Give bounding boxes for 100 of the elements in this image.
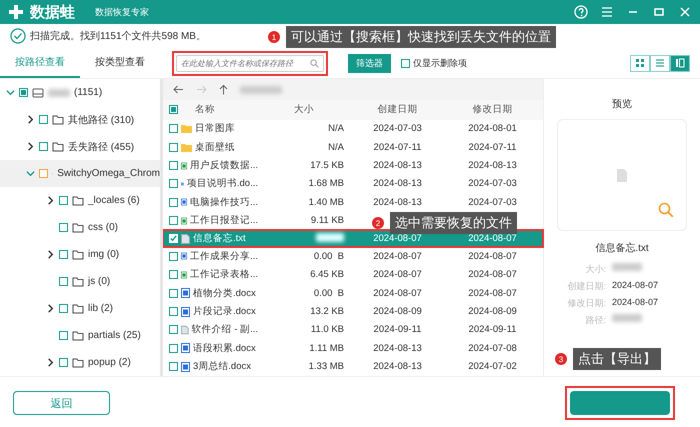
checkbox[interactable] [59,196,68,205]
checkbox[interactable] [169,198,178,207]
checkbox[interactable] [39,142,48,151]
grid-view-icon [635,58,645,68]
select-all-checkbox[interactable] [169,105,178,114]
created-date: 2024-08-13 [373,196,422,208]
tree-label: js (0) [88,276,110,287]
tree-item[interactable]: _locales (6) [0,187,160,214]
view-tab[interactable]: 按路径查看 [0,48,80,78]
logo-icon [8,4,24,20]
file-row[interactable]: 信息备忘.txt 2024-08-07 2024-08-07 [163,230,543,248]
checkbox[interactable] [59,277,68,286]
detail-label: 路径: [584,314,606,327]
file-size: 11.0 KB [310,324,344,336]
checkbox[interactable] [169,270,178,280]
checkbox[interactable] [169,216,178,226]
back-arrow-icon[interactable] [173,85,184,94]
filter-button[interactable]: 筛选器 [348,54,391,72]
document-icon [181,343,190,354]
detail-label: 修改日期: [566,297,606,310]
list-view-button[interactable] [650,54,670,72]
column-header[interactable]: 创建日期 [350,103,445,116]
checkbox[interactable] [169,325,178,334]
file-size: 1.68 MB [308,178,344,190]
detail-view-icon [675,58,685,68]
up-arrow-icon[interactable] [219,84,228,96]
column-header[interactable]: 大小 [258,103,350,116]
detail-view-button[interactable] [670,54,690,72]
modified-date: 2024-07-03 [468,196,517,208]
tree-label: popup (2) [88,357,131,368]
tree-item[interactable]: (1151) [0,79,160,106]
tree-label: 其他路径 (310) [68,114,134,126]
tree-item[interactable]: 其他路径 (310) [0,106,160,133]
created-date: 2024-08-13 [373,160,422,172]
checkbox[interactable] [39,169,48,178]
checkbox[interactable] [401,58,410,68]
callout-text: 选中需要恢复的文件 [390,212,517,234]
tree-item[interactable]: popup (2) [0,349,160,376]
help-icon[interactable] [574,5,588,19]
view-tab[interactable]: 按类型查看 [80,48,160,78]
scan-status: 扫描完成。找到1151个文件共598 MB。 [30,30,206,43]
step-number: 2 [372,217,384,229]
document-icon [181,251,188,262]
file-name: 语段积累.docx [193,342,256,355]
column-header[interactable]: 名称 [195,103,215,116]
detail-label: 创建日期: [566,280,606,293]
checkbox[interactable] [59,304,68,313]
back-button[interactable]: 返回 [13,391,110,415]
checkbox[interactable] [59,358,68,367]
checkbox[interactable] [169,362,178,372]
file-name: 日常图库 [195,122,235,136]
created-date: 2024-09-11 [374,324,422,336]
file-icon [617,168,627,182]
tree-item[interactable]: 丢失路径 (455) [0,133,160,160]
checkbox[interactable] [59,250,68,259]
file-name: 桌面壁纸 [195,140,235,154]
checkbox[interactable] [59,223,68,232]
step-number: 3 [555,353,567,365]
file-name: 片段记录.docx [193,305,256,318]
close-icon[interactable] [678,5,692,19]
zoom-icon[interactable] [658,202,674,218]
spreadsheet-icon [181,216,188,226]
menu-icon[interactable] [600,5,614,19]
checkbox[interactable] [169,124,178,134]
file-name: 3周总结.docx [193,360,251,374]
checkbox[interactable] [19,88,28,97]
document-icon [181,288,190,298]
file-size: N/A [328,142,344,153]
file-name: 用户反馈数据... [190,159,258,172]
created-date: 2024-08-07 [373,269,422,280]
step-number: 1 [268,31,280,43]
checkbox[interactable] [39,115,48,124]
checkbox[interactable] [169,288,178,298]
checkbox[interactable] [59,331,68,340]
preview-file-name: 信息备忘.txt [595,242,649,255]
tree-item[interactable]: js (0) [0,268,160,295]
search-icon[interactable] [310,58,319,68]
checkbox[interactable] [169,252,178,261]
text-file-icon [181,234,190,244]
created-date: 2024-08-07 [373,288,422,299]
tree-label: css (0) [88,222,118,233]
checkbox[interactable] [169,142,178,152]
tree-item[interactable]: lib (2) [0,295,160,322]
tree-item[interactable]: partials (25) [0,322,160,349]
tree-label: SwitchyOmega_Chrom [57,168,160,179]
tree-item[interactable]: css (0) [0,214,160,241]
tree-item[interactable]: img (0) [0,241,160,268]
tree-item[interactable]: SwitchyOmega_Chrom [0,160,160,187]
checkbox[interactable] [169,344,178,353]
checkbox[interactable] [169,179,178,188]
app-name: 数据蛙 [30,2,75,22]
modified-date: 2024-07-08 [468,342,517,354]
grid-view-button[interactable] [630,54,650,72]
search-field[interactable]: 在此处输入文件名称或保存路径 [176,54,324,72]
column-header[interactable]: 修改日期 [445,103,540,116]
checkbox[interactable] [169,161,178,170]
tree-label: _locales (6) [88,195,140,206]
file-name: 工作成果分享... [190,250,258,263]
checkmark-icon [170,235,177,242]
checkbox[interactable] [169,307,178,316]
